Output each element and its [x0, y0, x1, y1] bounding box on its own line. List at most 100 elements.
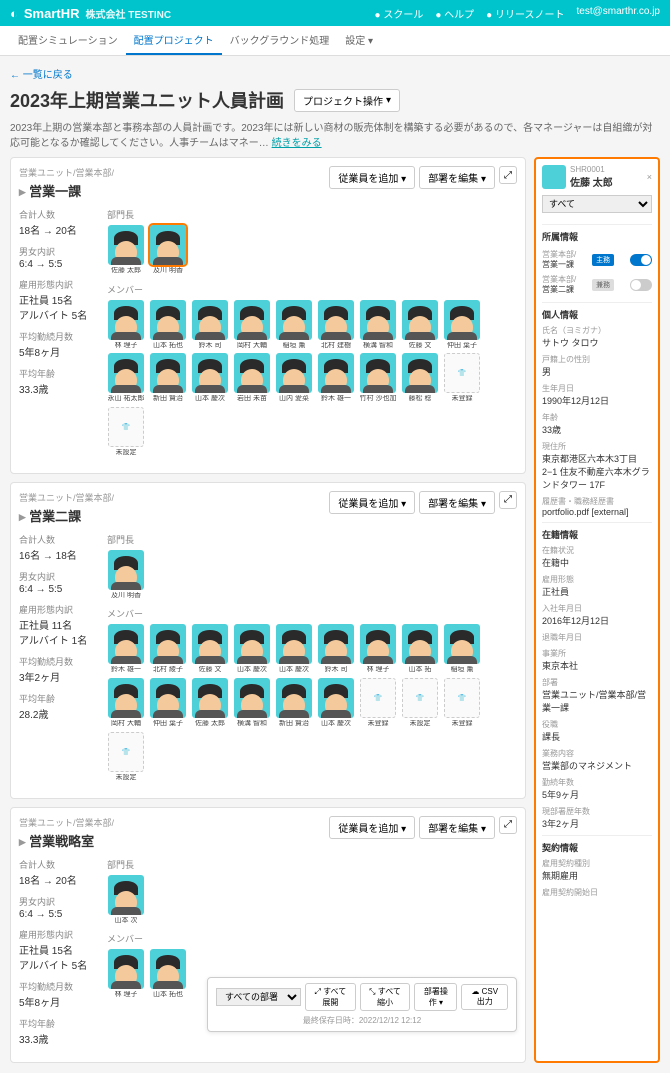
employee-card[interactable]: 鈴木 雄一	[317, 353, 355, 403]
add-employee-button[interactable]: 従業員を追加 ▾	[329, 491, 415, 514]
employee-card[interactable]: 岩田 未苗	[233, 353, 271, 403]
employee-card[interactable]: 岡村 大輔	[233, 300, 271, 350]
employee-card[interactable]: 林 理子	[107, 300, 145, 350]
edit-dept-button[interactable]: 部署を編集 ▾	[419, 166, 495, 189]
info-row: 履歴書・職務経歴書portfolio.pdf [external]	[542, 496, 652, 517]
employee-name-label: 仲田 葉子	[447, 342, 477, 350]
close-icon[interactable]: ×	[647, 172, 652, 182]
employee-card[interactable]: 鈴木 司	[191, 300, 229, 350]
topbar-link[interactable]: test@smarthr.co.jp	[576, 6, 660, 21]
employee-card[interactable]: 山本 拓	[401, 624, 439, 674]
affil-toggle[interactable]	[630, 279, 652, 291]
employee-card[interactable]: 佐藤 文	[401, 300, 439, 350]
empty-slot[interactable]: 👕未設定	[107, 732, 145, 782]
tab-0[interactable]: 配置シミュレーション	[10, 26, 126, 55]
collapse-icon[interactable]: ▸	[19, 509, 26, 524]
employee-name-label: 及川 明香	[111, 592, 141, 600]
employee-card[interactable]: 林 理子	[107, 949, 145, 999]
info-row: 事業所東京本社	[542, 648, 652, 672]
topbar: ◐ SmartHR 株式会社 TESTINC ● スクール● ヘルプ● リリース…	[0, 0, 670, 26]
expand-icon[interactable]: ⤢	[499, 491, 517, 509]
employee-card[interactable]: 山本 慶次	[233, 624, 271, 674]
employee-card[interactable]: 竹村 沙也加	[359, 353, 397, 403]
add-employee-button[interactable]: 従業員を追加 ▾	[329, 816, 415, 839]
file-link[interactable]: portfolio.pdf [external]	[542, 507, 652, 517]
expand-all-button[interactable]: ⤢ すべて展開	[305, 983, 356, 1011]
breadcrumb: 営業ユニット/営業本部/	[19, 166, 114, 179]
employee-name-label: 岡村 大輔	[237, 342, 267, 350]
employee-card[interactable]: 新田 賢治	[275, 678, 313, 728]
empty-slot[interactable]: 👕未設定	[107, 407, 145, 457]
empty-slot[interactable]: 👕未登録	[359, 678, 397, 728]
leader-label: 部門長	[107, 208, 517, 221]
collapse-all-button[interactable]: ⤡ すべて縮小	[360, 983, 411, 1011]
empty-slot[interactable]: 👕未登録	[443, 678, 481, 728]
employee-card[interactable]: 仲田 葉子	[443, 300, 481, 350]
employee-card[interactable]: 永山 祐太郎	[107, 353, 145, 403]
employee-name-label: 山本 慶次	[279, 666, 309, 674]
employee-card[interactable]: 山本 慶次	[317, 678, 355, 728]
tab-3[interactable]: 設定 ▾	[337, 26, 381, 55]
employee-card[interactable]: 北村 建樹	[317, 300, 355, 350]
dept-filter-select[interactable]: すべての部署	[216, 988, 301, 1006]
employee-card[interactable]: 仲田 葉子	[149, 678, 187, 728]
employee-card[interactable]: 山内 愛菜	[275, 353, 313, 403]
edit-dept-button[interactable]: 部署を編集 ▾	[419, 491, 495, 514]
employee-card[interactable]: 岡村 大輔	[107, 678, 145, 728]
project-action-button[interactable]: プロジェクト操作 ▾	[294, 89, 400, 112]
employee-card[interactable]: 佐藤 文	[191, 624, 229, 674]
expand-icon[interactable]: ⤢	[499, 166, 517, 184]
employee-card[interactable]: 及川 明香	[149, 225, 187, 275]
employee-card[interactable]: 鈴木 雄一	[107, 624, 145, 674]
employee-name-label: 永山 祐太郎	[108, 395, 145, 403]
info-row: 入社年月日2016年12月12日	[542, 603, 652, 627]
employee-name-label: 林 理子	[115, 342, 138, 350]
employee-name-label: 山本 拓	[409, 666, 432, 674]
empty-slot[interactable]: 👕未設定	[401, 678, 439, 728]
employee-card[interactable]: 山本 慶次	[191, 353, 229, 403]
add-employee-button[interactable]: 従業員を追加 ▾	[329, 166, 415, 189]
section-enroll: 在籍情報	[542, 528, 652, 541]
topbar-link[interactable]: ● ヘルプ	[435, 6, 474, 21]
topbar-link[interactable]: ● スクール	[375, 6, 424, 21]
affil-toggle[interactable]	[630, 254, 652, 266]
expand-icon[interactable]: ⤢	[499, 816, 517, 834]
employee-name-label: 北村 綾子	[153, 666, 183, 674]
employee-card[interactable]: 稲垣 薫	[443, 624, 481, 674]
info-row: 現住所東京都港区六本木3丁目2−1 住友不動産六本木グランドタワー 17F	[542, 441, 652, 491]
employee-card[interactable]: 山本 拓也	[149, 300, 187, 350]
employee-card[interactable]: 佐藤 太郎	[107, 225, 145, 275]
employee-card[interactable]: 鈴木 司	[317, 624, 355, 674]
empty-slot[interactable]: 👕未登録	[443, 353, 481, 403]
filter-select[interactable]: すべて	[542, 195, 652, 213]
tab-2[interactable]: バックグラウンド処理	[222, 26, 338, 55]
employee-name-label: 岡村 大輔	[111, 720, 141, 728]
employee-card[interactable]: 佐藤 太郎	[191, 678, 229, 728]
topbar-link[interactable]: ● リリースノート	[486, 6, 564, 21]
csv-export-button[interactable]: ☁ CSV出力	[461, 984, 508, 1010]
back-link[interactable]: ← 一覧に戻る	[10, 70, 73, 81]
dept-op-button[interactable]: 部署操作 ▾	[414, 983, 457, 1011]
employee-card[interactable]: 林 理子	[359, 624, 397, 674]
employee-card[interactable]: 山本 拓也	[149, 949, 187, 999]
employee-name-label: 及川 明香	[153, 267, 183, 275]
read-more-link[interactable]: 続きをみる	[272, 138, 322, 149]
employee-card[interactable]: 山本 次	[107, 875, 145, 925]
employee-card[interactable]: 横溝 智和	[233, 678, 271, 728]
employee-card[interactable]: 藤松 稔	[401, 353, 439, 403]
employee-card[interactable]: 及川 明香	[107, 550, 145, 600]
employee-name-label: 仲田 葉子	[153, 720, 183, 728]
collapse-icon[interactable]: ▸	[19, 184, 26, 199]
collapse-icon[interactable]: ▸	[19, 834, 26, 849]
employee-card[interactable]: 稲垣 薫	[275, 300, 313, 350]
employee-card[interactable]: 山本 慶次	[275, 624, 313, 674]
info-row: 業務内容営業部のマネジメント	[542, 748, 652, 772]
info-row: 雇用契約種別無期雇用	[542, 858, 652, 882]
employee-card[interactable]: 北村 綾子	[149, 624, 187, 674]
tab-1[interactable]: 配置プロジェクト	[126, 26, 222, 55]
employee-card[interactable]: 横溝 智和	[359, 300, 397, 350]
contract-list: 雇用契約種別無期雇用雇用契約開始日	[542, 858, 652, 898]
employee-card[interactable]: 新田 賢治	[149, 353, 187, 403]
employee-name-label: 北村 建樹	[321, 342, 351, 350]
edit-dept-button[interactable]: 部署を編集 ▾	[419, 816, 495, 839]
